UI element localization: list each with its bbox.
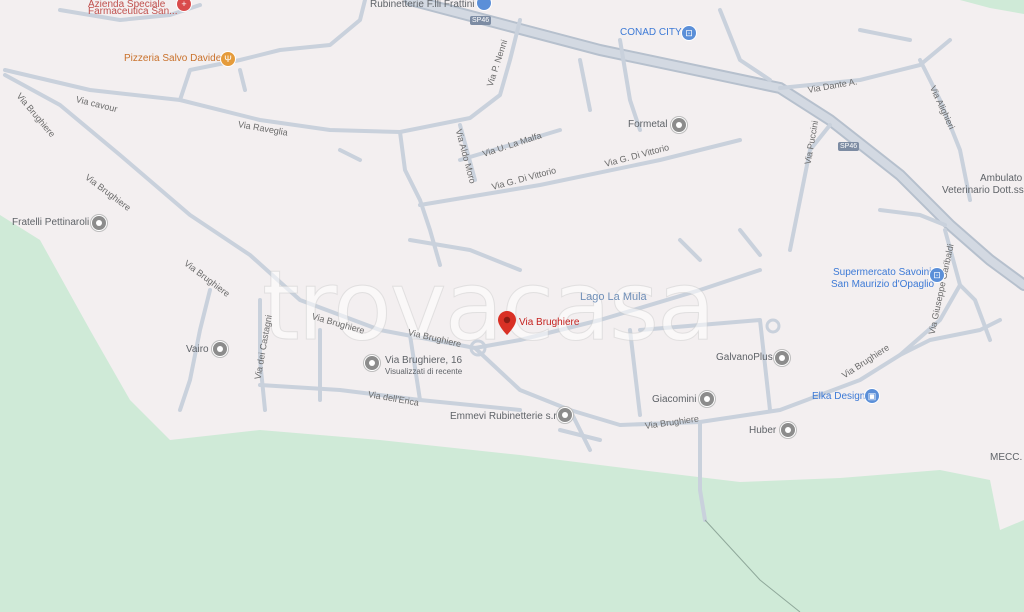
restaurant-icon[interactable]: Ψ <box>220 51 236 67</box>
place-label-supermercato[interactable]: Supermercato Savoini <box>833 268 931 278</box>
place-label-galvanoplus[interactable]: GalvanoPlus <box>716 353 773 363</box>
place-label-emmevi[interactable]: Emmevi Rubinetterie s.r.l <box>450 412 561 422</box>
selected-place-label[interactable]: Via Brughiere <box>519 318 579 328</box>
place-label-fratelli-pettinaroli[interactable]: Fratelli Pettinaroli <box>12 218 89 228</box>
shopping-cart-icon[interactable]: ⊡ <box>681 25 697 41</box>
road-shield-sp46: SP46 <box>470 16 492 25</box>
place-pin-icon[interactable] <box>780 422 796 438</box>
place-label-mecc[interactable]: MECC. <box>990 453 1022 463</box>
recent-place-icon[interactable] <box>364 355 380 371</box>
place-label-lago[interactable]: Lago La Mula <box>580 292 647 303</box>
place-label-san-maurizio[interactable]: San Maurizio d'Opaglio <box>831 280 934 290</box>
place-label-huber[interactable]: Huber <box>749 426 776 436</box>
place-pin-icon[interactable] <box>557 407 573 423</box>
place-label-rubinetterie-frattini[interactable]: Rubinetterie F.lli Frattini <box>370 0 474 10</box>
place-label-conad[interactable]: CONAD CITY <box>620 28 682 38</box>
shopping-bag-icon[interactable]: ▣ <box>864 388 880 404</box>
place-label-veterinario[interactable]: Veterinario Dott.ssa <box>942 186 1024 196</box>
place-pin-icon[interactable] <box>774 350 790 366</box>
place-label-ambulatorio[interactable]: Ambulato <box>980 174 1022 184</box>
place-label-brughiere-16[interactable]: Via Brughiere, 16 <box>385 356 462 366</box>
selected-location-pin-icon[interactable] <box>498 311 516 335</box>
place-label-elka-design[interactable]: Elka Design <box>812 392 865 402</box>
place-pin-icon[interactable] <box>91 215 107 231</box>
place-pin-icon[interactable] <box>212 341 228 357</box>
watermark: trovacasa <box>262 250 717 363</box>
place-label-farmaceutica[interactable]: Farmaceutica San... <box>88 7 177 17</box>
place-label-pizzeria[interactable]: Pizzeria Salvo Davide <box>124 54 221 64</box>
place-label-visualizzati: Visualizzati di recente <box>385 367 463 376</box>
place-pin-icon[interactable] <box>699 391 715 407</box>
road-shield-sp46: SP46 <box>838 142 860 151</box>
place-label-formetal[interactable]: Formetal <box>628 120 667 130</box>
shopping-cart-icon[interactable]: ⊡ <box>929 267 945 283</box>
place-label-giacomini[interactable]: Giacomini <box>652 395 696 405</box>
place-pin-icon[interactable] <box>671 117 687 133</box>
map-canvas[interactable]: trovacasa SP46 SP46 Via Brughiere Via Br… <box>0 0 1024 612</box>
place-label-vairo[interactable]: Vairo <box>186 345 209 355</box>
